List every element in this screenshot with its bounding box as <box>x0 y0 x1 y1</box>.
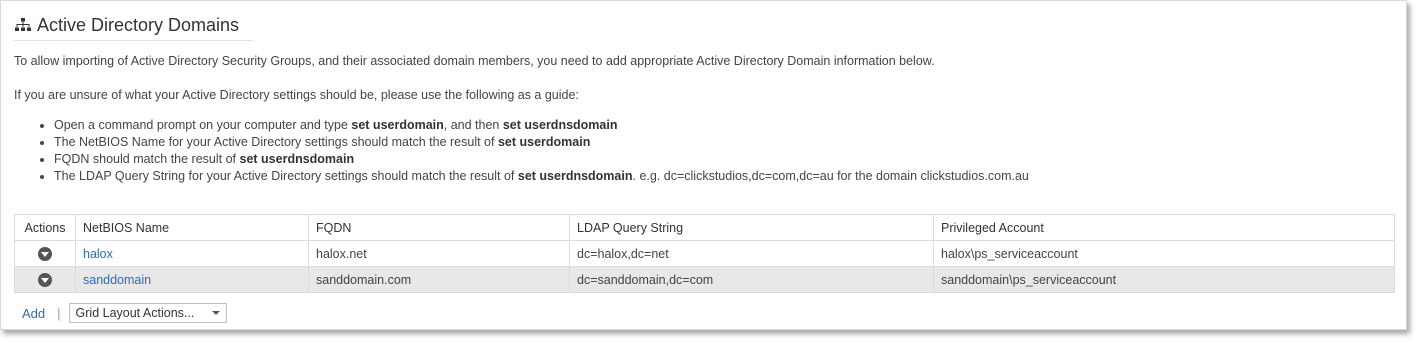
column-header-netbios[interactable]: NetBIOS Name <box>75 214 309 241</box>
row-actions-dropdown-icon[interactable] <box>38 246 52 261</box>
column-header-ldap[interactable]: LDAP Query String <box>569 214 934 241</box>
ad-domains-panel: Active Directory Domains To allow import… <box>0 0 1407 330</box>
chevron-down-icon <box>211 311 220 315</box>
grid-header-row: Actions NetBIOS Name FQDN LDAP Query Str… <box>14 214 1395 241</box>
table-row: halox halox.net dc=halox,dc=net halox\ps… <box>14 240 1395 267</box>
domains-grid: Actions NetBIOS Name FQDN LDAP Query Str… <box>14 214 1395 293</box>
column-header-fqdn[interactable]: FQDN <box>308 214 570 241</box>
guide-item: The LDAP Query String for your Active Di… <box>54 168 1029 185</box>
row-actions-dropdown-icon[interactable] <box>38 272 52 287</box>
guide-item: FQDN should match the result of set user… <box>54 151 1029 168</box>
table-row: sanddomain sanddomain.com dc=sanddomain,… <box>14 266 1395 293</box>
netbios-link[interactable]: sanddomain <box>83 273 151 287</box>
guide-item: Open a command prompt on your computer a… <box>54 117 1029 134</box>
ldap-cell: dc=halox,dc=net <box>569 240 934 267</box>
fqdn-cell: sanddomain.com <box>308 266 570 293</box>
page-title: Active Directory Domains <box>37 14 240 35</box>
intro-text: To allow importing of Active Directory S… <box>14 54 935 68</box>
column-header-actions[interactable]: Actions <box>14 214 76 241</box>
sitemap-icon <box>15 18 31 31</box>
guide-list: Open a command prompt on your computer a… <box>14 117 1029 185</box>
grid-layout-actions-label: Grid Layout Actions... <box>75 306 195 320</box>
page-header: Active Directory Domains <box>13 10 253 41</box>
column-header-account[interactable]: Privileged Account <box>933 214 1395 241</box>
grid-layout-actions-select[interactable]: Grid Layout Actions... <box>68 303 227 323</box>
grid-footer: Add | Grid Layout Actions... <box>22 303 227 323</box>
netbios-link[interactable]: halox <box>83 247 113 261</box>
ldap-cell: dc=sanddomain,dc=com <box>569 266 934 293</box>
guide-intro-text: If you are unsure of what your Active Di… <box>14 88 579 102</box>
account-cell: halox\ps_serviceaccount <box>933 240 1395 267</box>
account-cell: sanddomain\ps_serviceaccount <box>933 266 1395 293</box>
fqdn-cell: halox.net <box>308 240 570 267</box>
guide-item: The NetBIOS Name for your Active Directo… <box>54 134 1029 151</box>
footer-separator: | <box>57 305 61 321</box>
add-button[interactable]: Add <box>22 306 45 321</box>
